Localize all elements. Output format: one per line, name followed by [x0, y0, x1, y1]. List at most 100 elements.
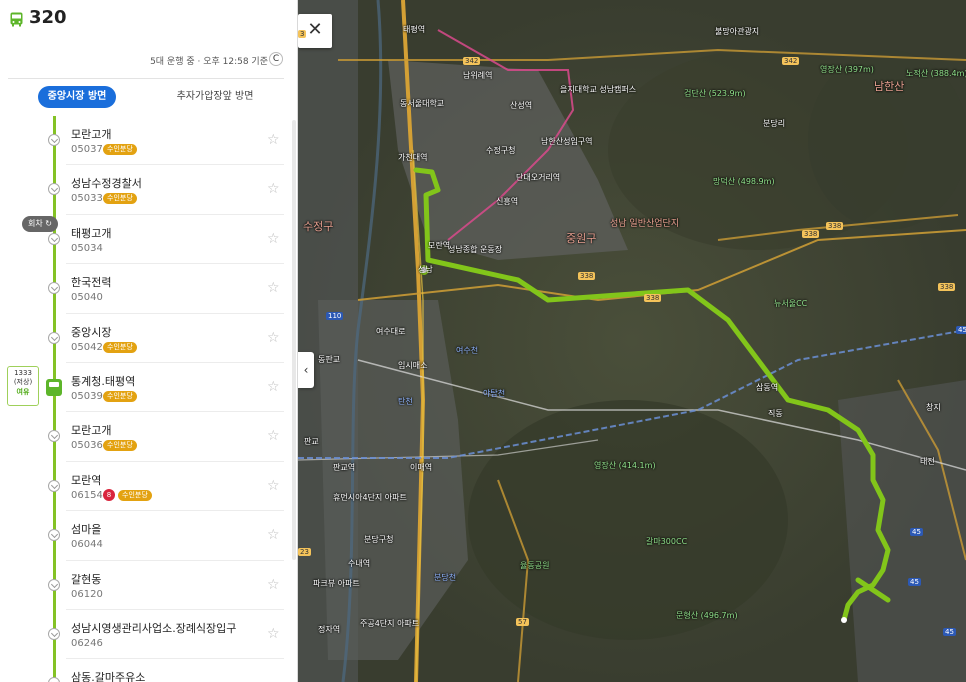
favorite-star-icon[interactable]: ☆ [267, 330, 280, 346]
map-label: 분당천 [434, 573, 457, 582]
stop-name: 성남수정경찰서 [71, 177, 142, 191]
line8-badge: 8 [103, 488, 115, 501]
stop-code: 06154 [71, 489, 103, 501]
stop-item[interactable]: 섬마을 06044 ☆ [0, 511, 297, 561]
favorite-star-icon[interactable]: ☆ [267, 527, 280, 543]
stop-code: 05042 [71, 341, 103, 353]
map-label: 뉴서울CC [774, 299, 808, 308]
favorite-star-icon[interactable]: ☆ [267, 428, 280, 444]
bus-position-icon[interactable] [46, 379, 62, 396]
direction-tabs: 중앙시장 방면 추자가압장앞 방면 [0, 84, 297, 110]
stop-name: 모란고개 [71, 128, 112, 141]
map-label: 검단산 (523.9m) [684, 89, 746, 98]
stop-code: 05033 [71, 193, 103, 205]
stop-name: 삼동.갈마주유소 [71, 671, 146, 682]
map-label: 남한산성입구역 [541, 137, 593, 146]
bus-icon [10, 12, 23, 27]
map-label: 여수대로 [376, 327, 406, 336]
stop-code: 05034 [71, 242, 103, 254]
favorite-star-icon[interactable]: ☆ [267, 280, 280, 296]
route-sign: 23 [298, 548, 311, 556]
stop-item[interactable]: 성남수정경찰서 05033 수인분당 ☆ [0, 165, 297, 215]
refresh-button[interactable]: C [269, 52, 283, 66]
route-sign: 45 [908, 578, 921, 586]
tab-direction-1[interactable]: 중앙시장 방면 [38, 86, 116, 108]
stop-code: 05037 [71, 144, 103, 155]
map-label: 남한산 [874, 80, 905, 93]
route-sign: 45 [910, 528, 923, 536]
map-label: 동서울대학교 [400, 99, 445, 108]
map-label: 파크뷰 아파트 [313, 579, 360, 588]
chevron-down-icon [48, 232, 60, 245]
stop-item[interactable]: 중앙시장 05042 수인분당 ☆ [0, 314, 297, 363]
bus-info-card[interactable]: 1333 (저상) 여유 [7, 366, 39, 406]
route-header: 320 5대 운행 중 · 오후 12:58 기준 C [0, 0, 297, 78]
route-sign: 110 [326, 312, 344, 320]
chevron-down-icon [48, 529, 60, 542]
stop-item[interactable]: 삼동.갈마주유소 [0, 659, 297, 682]
scrollbar[interactable] [292, 120, 296, 560]
collapse-panel-button[interactable]: ‹ [298, 352, 314, 388]
stop-item[interactable]: 한국전력 05040 ☆ [0, 264, 297, 314]
stop-item[interactable]: 모란역 06154 8 수인분당 ☆ [0, 462, 297, 512]
favorite-star-icon[interactable]: ☆ [267, 478, 280, 494]
stop-item[interactable]: 갈현동 06120 ☆ [0, 561, 297, 610]
map-label: 임시매소 [398, 361, 428, 370]
chevron-down-icon [48, 282, 60, 295]
route-sign: 338 [644, 294, 662, 302]
stop-item[interactable]: 모란고개 05036 수인분당 ☆ [0, 412, 297, 462]
route-sign: 45 [956, 326, 966, 334]
map-label: 단대오거리역 [516, 173, 561, 182]
chevron-down-icon [48, 183, 60, 196]
map-label: 직동 [768, 409, 783, 418]
favorite-star-icon[interactable]: ☆ [267, 379, 280, 395]
map-label: 주공4단지 아파트 [360, 619, 420, 628]
subway-line-badge: 수인분당 [103, 391, 137, 402]
map-label: 갈마300CC [646, 537, 688, 546]
map-label: 문형산 (496.7m) [676, 611, 738, 620]
route-sign: 338 [578, 272, 596, 280]
bus-plate: 1333 [14, 369, 32, 377]
route-sign: 45 [943, 628, 956, 636]
favorite-star-icon[interactable]: ☆ [267, 231, 280, 247]
map-label: 삼동역 [756, 383, 779, 392]
map-label: 성남 일반산업단지 [610, 219, 680, 229]
stop-name: 모란고개 [71, 424, 112, 438]
map-label: 수정구청 [486, 146, 516, 155]
stop-item[interactable]: 통계청.태평역 05039 수인분당 ☆ [0, 363, 297, 413]
subway-line-badge: 수인분당 [103, 440, 137, 452]
stop-name: 중앙시장 [71, 325, 112, 339]
map-label: 성남종합 운동장 [448, 245, 503, 254]
chevron-down-icon [48, 479, 60, 492]
favorite-star-icon[interactable]: ☆ [267, 132, 280, 148]
bus-type: (저상) [13, 378, 33, 386]
stop-name: 통계청.태평역 [71, 375, 136, 388]
map-label: 탄천 [398, 397, 413, 406]
route-sign: 342 [782, 57, 800, 65]
map-label: 신흥역 [496, 197, 519, 206]
favorite-star-icon[interactable]: ☆ [267, 626, 280, 642]
route-sign: 338 [938, 283, 956, 291]
map-view[interactable]: ✕ ‹ 태평역 남위례역 산성역 을지대학교 성남캠퍼스 동서울대학교 남한산성… [298, 0, 966, 682]
tab-direction-2[interactable]: 추자가압장앞 방면 [170, 86, 260, 108]
stop-name: 갈현동 [71, 572, 102, 586]
stop-code: 05040 [71, 292, 103, 304]
stop-name: 성남시영생관리사업소.장례식장입구 [71, 622, 237, 635]
stop-item[interactable]: 성남시영생관리사업소.장례식장입구 06246 ☆ [0, 610, 297, 660]
map-label: 이매역 [410, 463, 433, 472]
favorite-star-icon[interactable]: ☆ [267, 577, 280, 593]
map-label: 노적산 (388.4m) [906, 69, 966, 78]
stop-name: 모란역 [71, 473, 102, 487]
chevron-down-icon [48, 677, 60, 682]
chevron-down-icon [48, 628, 60, 640]
stop-name: 태평고개 [71, 226, 112, 240]
bus-crowd: 여유 [16, 388, 30, 396]
map-label: 불망아관광지 [715, 27, 760, 36]
map-label: 태전 [920, 457, 935, 466]
route-sign: 3 [298, 30, 307, 38]
map-label: 남위례역 [463, 71, 493, 80]
subway-line-badge: 수인분당 [103, 341, 137, 353]
stop-item[interactable]: 모란고개 05037 수인분당 ☆ [0, 116, 297, 166]
favorite-star-icon[interactable]: ☆ [267, 181, 280, 197]
route-sign: 57 [516, 618, 529, 626]
